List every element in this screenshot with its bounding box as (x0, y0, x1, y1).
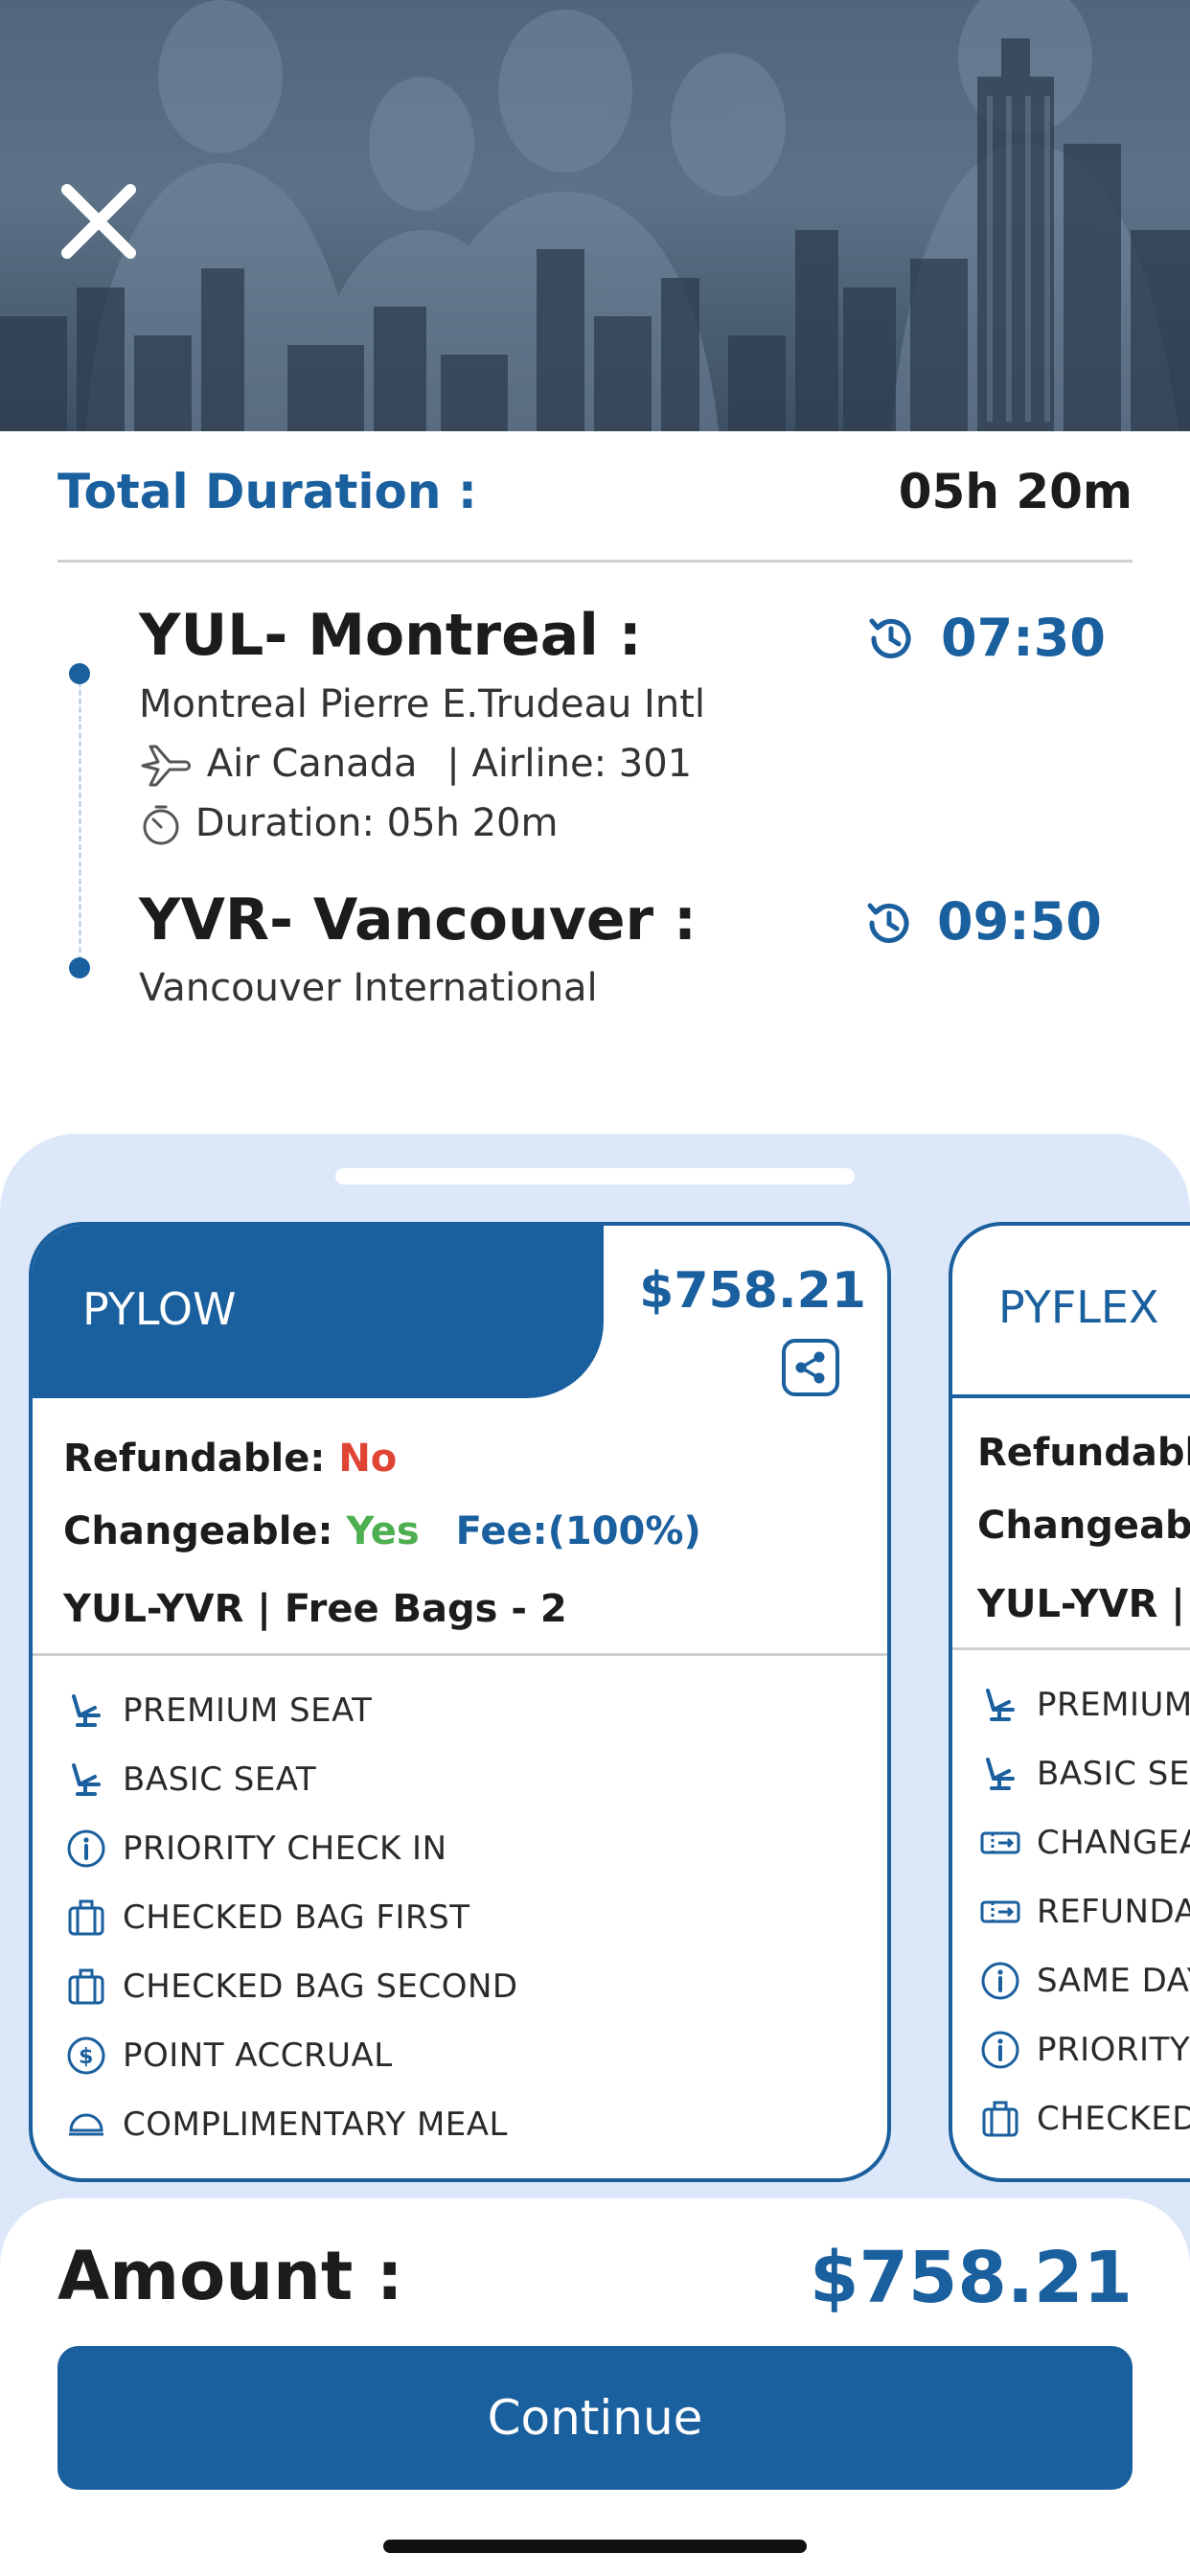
feature-label: CHECKED BAG FIRST (123, 1898, 470, 1937)
info-icon (67, 1829, 105, 1868)
ticket-icon (980, 1900, 1020, 1923)
fare-tab: PYLOW (33, 1226, 604, 1398)
home-indicator[interactable] (383, 2540, 807, 2553)
hero-image (0, 0, 1190, 431)
feature-label: COMPLIMENTARY MEAL (123, 2105, 508, 2144)
fare-options-sheet[interactable]: PYLOW $758.21 Refundable: No Changeable:… (0, 1134, 1190, 2284)
feature-item: PREMIUM SEAT (63, 1676, 887, 1745)
fare-card-pylow[interactable]: PYLOW $758.21 Refundable: No Changeable:… (29, 1222, 891, 2182)
city-people-silhouette (0, 0, 1190, 431)
total-duration-label: Total Duration : (57, 464, 477, 519)
feature-item: $ POINT ACCRUAL (63, 2021, 887, 2090)
history-clock-icon (867, 903, 909, 943)
changeable-label: Changeab (977, 1504, 1190, 1548)
feature-item: REFUNDAE (977, 1877, 1190, 1946)
timer-icon (143, 805, 179, 845)
luggage-icon (982, 2101, 1018, 2137)
seat-icon (72, 1763, 101, 1796)
info-icon (981, 2031, 1019, 2069)
flight-duration: Duration: 05h 20m (195, 801, 559, 845)
amount-label: Amount : (57, 2237, 403, 2315)
refundable-value: No (338, 1437, 398, 1481)
feature-label: POINT ACCRUAL (123, 2036, 393, 2075)
changeable-value: Yes (346, 1509, 420, 1553)
feature-item: BASIC SEAT (63, 1745, 887, 1814)
plane-icon (141, 745, 191, 787)
feature-item: CHANGEA (977, 1808, 1190, 1877)
destination-time: 09:50 (937, 891, 1102, 952)
feature-item: PRIORITY C (977, 2015, 1190, 2084)
free-bags: YUL-YVR | Free Bags - 2 (63, 1587, 567, 1631)
feature-label: PREMIUM S (1037, 1686, 1190, 1724)
feature-item: CHECKED BAG FIRST (63, 1883, 887, 1952)
dollar-icon: $ (67, 2036, 105, 2075)
free-bags: YUL-YVR | F (977, 1582, 1190, 1626)
close-button[interactable] (56, 178, 142, 264)
feature-item: CHECKED BAG SECOND (63, 1952, 887, 2021)
amount-value: $758.21 (809, 2237, 1133, 2319)
feature-label: CHANGEA (1037, 1824, 1190, 1862)
changeable-label: Changeable: (63, 1509, 333, 1553)
feature-label: SAME DAY (1037, 1962, 1190, 2000)
flight-number: | Airline: 301 (446, 742, 693, 786)
continue-button[interactable]: Continue (57, 2346, 1133, 2490)
close-icon (61, 184, 136, 259)
sheet-handle[interactable] (335, 1168, 855, 1184)
fare-card-pyflex[interactable]: PYFLEX Refundable Changeab YUL-YVR | F P… (949, 1222, 1190, 2182)
change-fee: Fee:(100%) (455, 1509, 701, 1553)
seat-icon (986, 1689, 1015, 1721)
checkout-footer: Amount : $758.21 Continue (0, 2198, 1190, 2576)
meal-icon (69, 2113, 103, 2136)
luggage-icon (68, 1899, 104, 1936)
ticket-icon (980, 1831, 1020, 1854)
feature-list[interactable]: PREMIUM S BASIC SEA CHANGEA REFUNDAE SAM… (977, 1670, 1190, 2154)
feature-item: CHECKED (977, 2084, 1190, 2153)
share-button[interactable] (782, 1339, 839, 1396)
fare-name: PYFLEX (998, 1281, 1159, 1333)
feature-label: PREMIUM SEAT (123, 1691, 373, 1730)
info-icon (981, 1962, 1019, 2000)
feature-label: PRIORITY CHECK IN (123, 1829, 447, 1868)
timeline-line (79, 673, 81, 970)
feature-label: CHECKED BAG SECOND (123, 1967, 518, 2006)
airline-name: Air Canada (206, 742, 418, 786)
feature-label: CHECKED (1037, 2100, 1190, 2138)
airline-row: Air Canada | Airline: 301 (139, 742, 692, 789)
fare-name: PYLOW (82, 1283, 237, 1335)
feature-item: BASIC SEA (977, 1739, 1190, 1808)
luggage-icon (68, 1968, 104, 2005)
share-icon (795, 1351, 825, 1384)
feature-label: REFUNDAE (1037, 1893, 1190, 1931)
feature-item: COMPLIMENTARY MEAL (63, 2090, 887, 2159)
seat-icon (72, 1694, 101, 1727)
origin-time: 07:30 (941, 608, 1106, 668)
svg-text:$: $ (79, 2045, 94, 2069)
timeline-dot-origin (69, 663, 90, 684)
feature-label: BASIC SEAT (123, 1760, 317, 1799)
origin-title: YUL- Montreal : (139, 602, 642, 669)
fare-price: $758.21 (639, 1262, 866, 1320)
refundable-label: Refundable: (63, 1437, 326, 1481)
feature-item: SAME DAY (977, 1946, 1190, 2015)
divider (33, 1653, 887, 1656)
seat-icon (986, 1758, 1015, 1790)
changeable-row: Changeable: Yes Fee:(100%) (63, 1509, 701, 1553)
feature-label: PRIORITY C (1037, 2031, 1190, 2069)
refundable-row: Refundable: No (63, 1437, 397, 1481)
feature-list[interactable]: PREMIUM SEAT BASIC SEAT PRIORITY CHECK I… (63, 1676, 887, 2160)
feature-label: BASIC SEA (1037, 1755, 1190, 1793)
divider (57, 560, 1133, 563)
history-clock-icon (869, 618, 911, 658)
duration-row: Duration: 05h 20m (139, 801, 558, 847)
refundable-label: Refundable (977, 1431, 1190, 1475)
total-duration-value: 05h 20m (898, 464, 1133, 519)
divider (952, 1647, 1190, 1650)
destination-airport: Vancouver International (139, 966, 598, 1010)
feature-item: PRIORITY CHECK IN (63, 1814, 887, 1883)
origin-airport: Montreal Pierre E.Trudeau Intl (139, 682, 705, 726)
feature-item: PREMIUM S (977, 1670, 1190, 1739)
destination-title: YVR- Vancouver : (139, 886, 698, 954)
timeline-dot-destination (69, 957, 90, 978)
